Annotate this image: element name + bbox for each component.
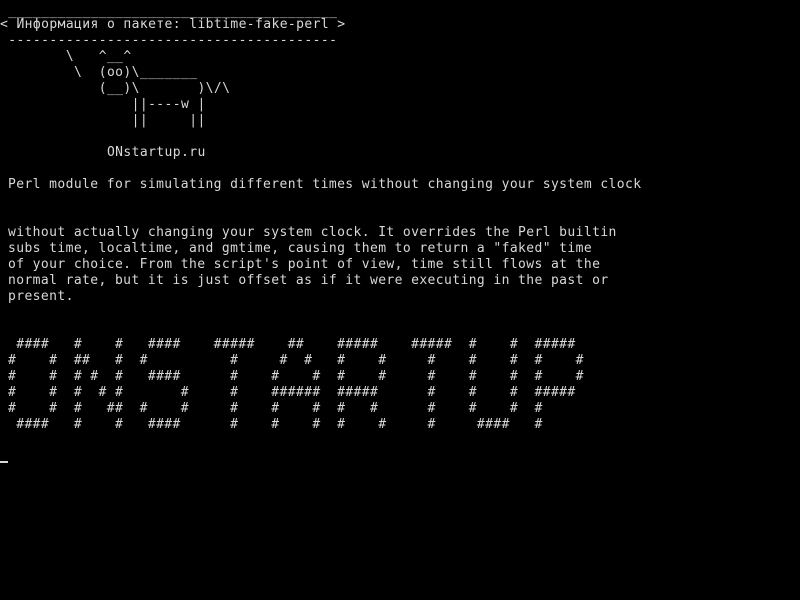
- banner-line: # # ## # # # # # # # # # # # #: [8, 353, 584, 368]
- description-line: normal rate, but it is just offset as if…: [8, 273, 609, 288]
- banner-line: # # # ## # # # # # # # # # # #: [8, 401, 543, 416]
- description-line: without actually changing your system cl…: [8, 225, 617, 240]
- cow-ascii-line: ||----w |: [0, 97, 206, 112]
- cowsay-border-bottom: ----------------------------------------: [0, 33, 338, 48]
- package-summary: Perl module for simulating different tim…: [8, 177, 642, 192]
- terminal-cursor[interactable]: [0, 461, 8, 463]
- banner-line: #### # # #### ##### ## ##### ##### # # #…: [8, 337, 576, 352]
- banner-line: #### # # #### # # # # # # #### #: [8, 417, 543, 432]
- cowsay-title: < Информация о пакете: libtime-fake-perl…: [0, 17, 346, 32]
- cow-ascii-line: || ||: [0, 113, 206, 128]
- cow-ascii-line: \ (oo)\_______: [0, 65, 198, 80]
- description-line: of your choice. From the script's point …: [8, 257, 601, 272]
- site-name: ONstartup.ru: [0, 145, 206, 160]
- cow-ascii-line: (__)\ )\/\: [0, 81, 231, 96]
- description-line: present.: [8, 289, 74, 304]
- banner-line: # # # # # #### # # # # # # # # # #: [8, 369, 584, 384]
- cow-ascii-line: \ ^__^: [0, 49, 132, 64]
- description-line: subs time, localtime, and gmtime, causin…: [8, 241, 593, 256]
- banner-line: # # # # # # # ###### ##### # # # #####: [8, 385, 576, 400]
